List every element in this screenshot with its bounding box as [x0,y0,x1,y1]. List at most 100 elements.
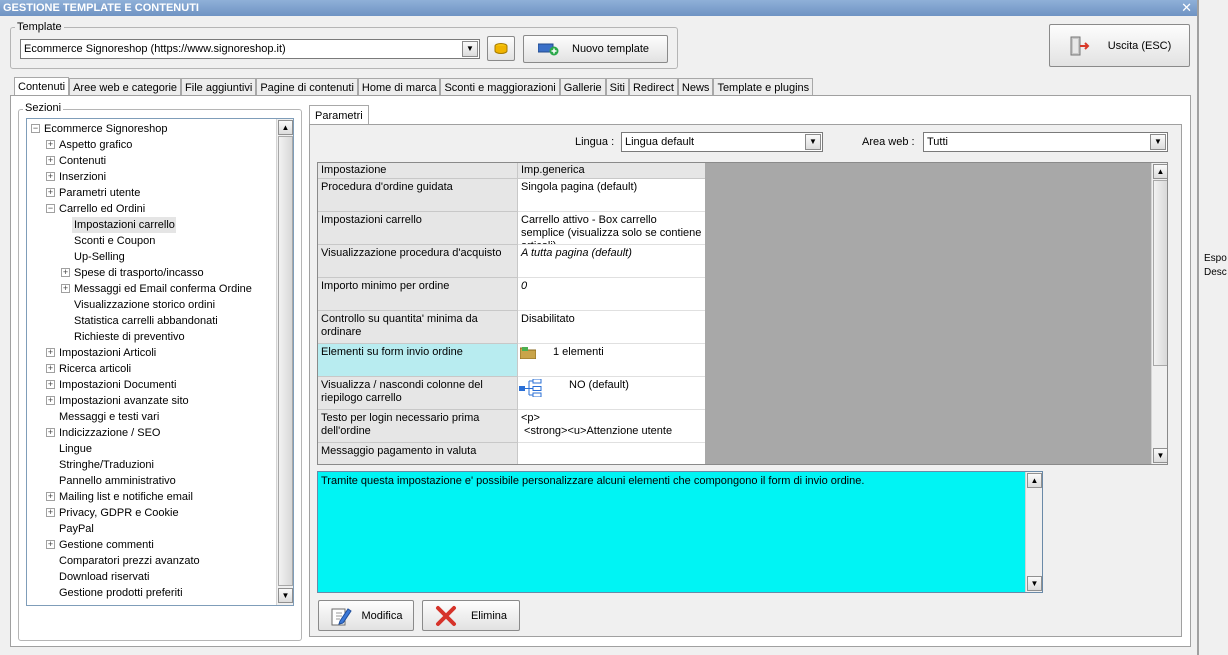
tab-siti[interactable]: Siti [605,78,629,96]
setting-value[interactable]: NO (default) [518,377,705,410]
tree-item[interactable]: PayPal [59,521,94,537]
scroll-thumb[interactable] [1153,180,1167,366]
tree-item[interactable]: Messaggi e testi vari [59,409,159,425]
tree-item[interactable]: Pannello amministrativo [59,473,176,489]
setting-value[interactable]: A tutta pagina (default) [518,245,705,278]
expand-icon[interactable]: + [46,348,55,357]
expand-icon[interactable]: + [46,172,55,181]
tab-sconti[interactable]: Sconti e maggiorazioni [440,78,560,96]
tab-parametri[interactable]: Parametri [309,105,369,125]
scroll-down-icon[interactable]: ▼ [1153,448,1167,463]
chevron-down-icon[interactable]: ▼ [805,134,821,150]
tree-item[interactable]: Gestione prodotti preferiti [59,585,183,601]
setting-value[interactable] [518,443,705,464]
tab-redirect[interactable]: Redirect [628,78,678,96]
sections-tree[interactable]: − Ecommerce Signoreshop + Aspetto grafico … [26,118,294,606]
delete-label: Elimina [470,609,508,622]
expand-icon[interactable]: + [46,508,55,517]
setting-name[interactable]: Visualizza / nascondi colonne del riepil… [318,377,518,410]
setting-name[interactable]: Messaggio pagamento in valuta [318,443,518,464]
scroll-up-icon[interactable]: ▲ [278,120,293,135]
collapse-icon[interactable]: − [31,124,40,133]
tree-item[interactable]: Stringhe/Traduzioni [59,457,154,473]
tree-item-selected[interactable]: Impostazioni carrello [72,217,176,233]
exit-door-icon [1070,36,1090,55]
scroll-down-icon[interactable]: ▼ [1027,576,1042,591]
delete-button[interactable]: Elimina [422,600,520,631]
tree-item[interactable]: Richieste di preventivo [74,329,185,345]
chevron-down-icon[interactable]: ▼ [1150,134,1166,150]
tree-item-label: Ricerca articoli [59,363,132,375]
tab-contenuti[interactable]: Contenuti [14,77,70,97]
expand-icon[interactable]: + [61,268,70,277]
scroll-up-icon[interactable]: ▲ [1027,473,1042,488]
expand-icon[interactable]: + [46,380,55,389]
tree-item[interactable]: Sconti e Coupon [74,233,155,249]
setting-name[interactable]: Importo minimo per ordine [318,278,518,311]
tab-template-plugins[interactable]: Template e plugins [713,78,814,96]
setting-name-selected[interactable]: Elementi su form invio ordine [318,344,518,377]
expand-icon[interactable]: + [46,188,55,197]
description-scrollbar[interactable]: ▲ ▼ [1025,472,1042,592]
tab-pagine-contenuti[interactable]: Pagine di contenuti [256,78,358,96]
delete-x-icon [435,605,456,626]
setting-value[interactable]: 0 [518,278,705,311]
chevron-down-icon[interactable]: ▼ [462,41,478,57]
setting-value[interactable]: Carrello attivo - Box carrello semplice … [518,212,705,245]
tree-item-label: Spese di trasporto/incasso [74,267,204,279]
expand-icon[interactable]: + [46,364,55,373]
expand-icon[interactable]: + [46,156,55,165]
tab-file-aggiuntivi[interactable]: File aggiuntivi [181,78,257,96]
tree-item-label: Impostazioni Articoli [59,347,157,359]
close-icon[interactable]: ✕ [1181,0,1192,16]
setting-value[interactable]: <p> <strong><u>Attenzione utente [518,410,705,443]
template-select[interactable]: Ecommerce Signoreshop (https://www.signo… [20,39,480,59]
collapse-icon[interactable]: − [46,204,55,213]
expand-icon[interactable]: + [46,428,55,437]
web-area-select[interactable]: Tutti ▼ [923,132,1168,152]
scroll-down-icon[interactable]: ▼ [278,588,293,603]
language-select[interactable]: Lingua default ▼ [621,132,823,152]
setting-value[interactable]: Singola pagina (default) [518,179,705,212]
tab-home-marca[interactable]: Home di marca [357,78,441,96]
expand-icon[interactable]: + [61,284,70,293]
expand-icon[interactable]: + [46,540,55,549]
template-group-label: Template [15,21,64,33]
tree-item-label: Impostazioni Documenti [59,379,177,391]
setting-value[interactable]: 1 elementi [518,344,705,377]
expand-icon[interactable]: + [46,396,55,405]
scroll-up-icon[interactable]: ▲ [1153,164,1167,179]
tree-item[interactable]: Lingue [59,441,92,457]
setting-name[interactable]: Procedura d'ordine guidata [318,179,518,212]
tree-item[interactable]: Download riservati [59,569,149,585]
tab-news[interactable]: News [677,78,714,96]
expand-icon[interactable]: + [46,492,55,501]
setting-name[interactable]: Visualizzazione procedura d'acquisto [318,245,518,278]
setting-name[interactable]: Controllo su quantita' minima da ordinar… [318,311,518,344]
database-button[interactable] [487,36,515,61]
tree-item-label: Impostazioni avanzate sito [59,395,189,407]
grid-scrollbar[interactable]: ▲ ▼ [1151,163,1167,464]
setting-value[interactable]: Disabilitato [518,311,705,344]
exit-button[interactable]: Uscita (ESC) [1049,24,1190,67]
tab-aree-web[interactable]: Aree web e categorie [69,78,182,96]
window-title-bar: GESTIONE TEMPLATE E CONTENUTI ✕ [0,0,1198,16]
tree-item[interactable]: Statistica carrelli abbandonati [74,313,218,329]
tree-item[interactable]: Visualizzazione storico ordini [74,297,215,313]
tree-scrollbar[interactable]: ▲ ▼ [276,119,293,605]
setting-name[interactable]: Impostazioni carrello [318,212,518,245]
scroll-thumb[interactable] [278,136,293,586]
background-text-line: Espo [1204,253,1227,264]
expand-icon[interactable]: + [46,140,55,149]
background-window-text: Espo Desc [1204,252,1228,280]
setting-name[interactable]: Testo per login necessario prima dell'or… [318,410,518,443]
tree-item-label: Mailing list e notifiche email [59,491,193,503]
new-template-button[interactable]: Nuovo template [523,35,668,63]
description-box[interactable]: Tramite questa impostazione e' possibile… [317,471,1043,593]
tab-gallerie[interactable]: Gallerie [559,78,606,96]
modify-button[interactable]: Modifica [318,600,414,631]
tree-item[interactable]: Comparatori prezzi avanzato [59,553,200,569]
tree-item[interactable]: Up-Selling [74,249,125,265]
column-header-setting: Impostazione [318,163,518,179]
exit-label: Uscita (ESC) [1107,39,1172,52]
